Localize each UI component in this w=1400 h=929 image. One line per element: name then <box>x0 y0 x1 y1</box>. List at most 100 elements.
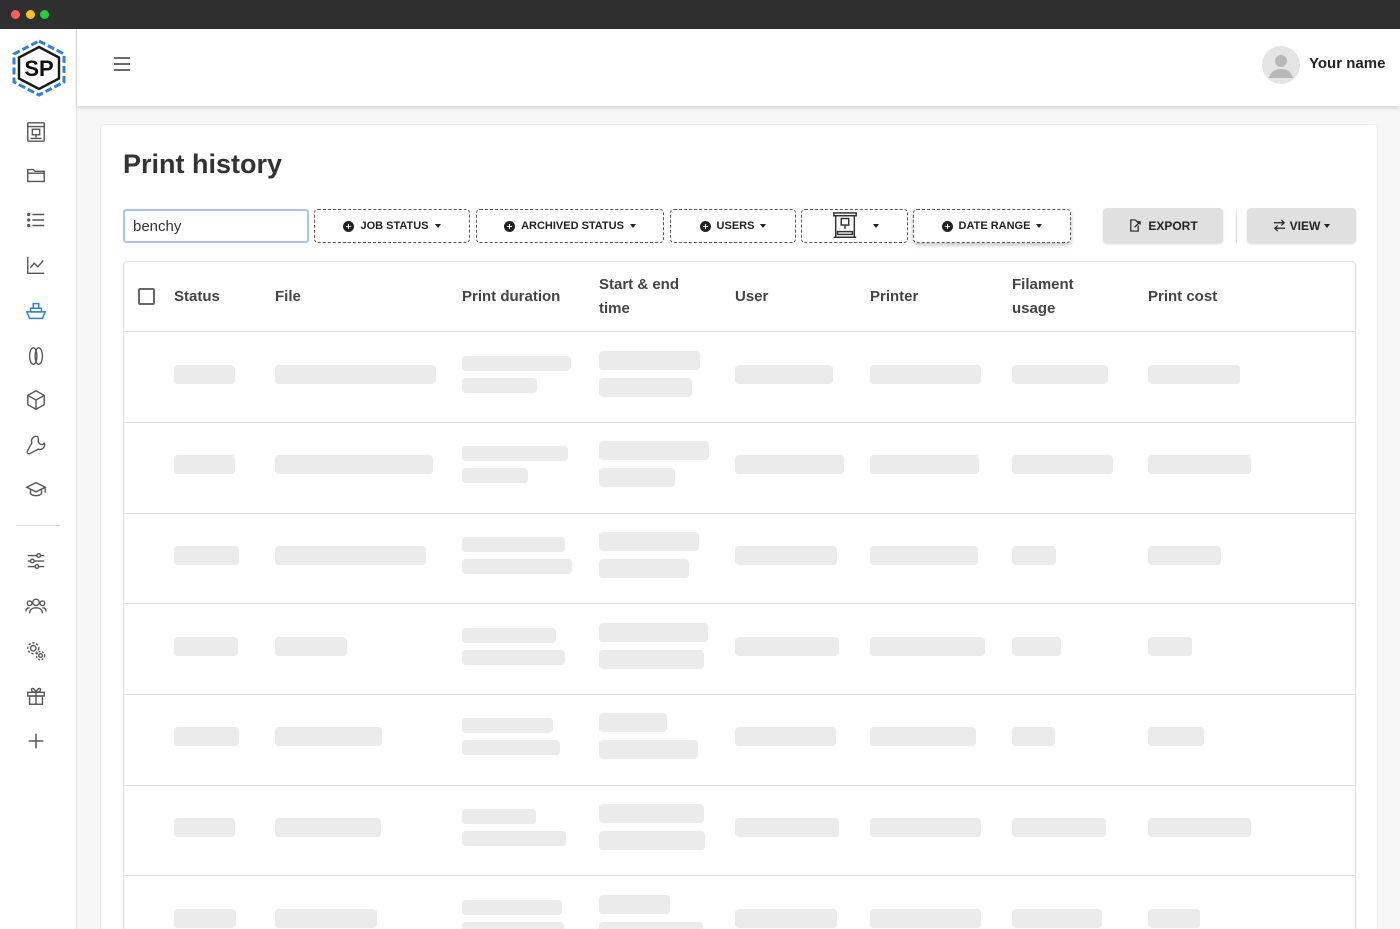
sidebar-item-team[interactable] <box>22 592 50 620</box>
skeleton-status <box>174 818 235 837</box>
column-header-user[interactable]: User <box>735 285 768 309</box>
column-header-status[interactable]: Status <box>174 285 220 309</box>
skeleton-printer <box>870 818 981 837</box>
skeleton-filament <box>1012 546 1056 565</box>
table-row[interactable] <box>124 604 1355 695</box>
skeleton-status <box>174 637 238 656</box>
skeleton-time <box>599 559 689 578</box>
column-header-printer[interactable]: Printer <box>870 285 918 309</box>
page-title: Print history <box>123 149 283 179</box>
skeleton-cost <box>1148 637 1192 656</box>
column-header-start-end-time[interactable]: Start & end time <box>599 273 694 321</box>
column-header-filament-usage[interactable]: Filament usage <box>1012 273 1092 321</box>
skeleton-status <box>174 909 236 928</box>
skeleton-duration <box>462 831 566 846</box>
skeleton-printer <box>870 637 985 656</box>
skeleton-duration <box>462 356 571 371</box>
skeleton-filament <box>1012 365 1108 384</box>
sidebar-item-integrations[interactable] <box>22 637 50 665</box>
avatar[interactable] <box>1262 46 1300 84</box>
table-row[interactable] <box>124 695 1355 786</box>
skeleton-time <box>599 532 699 551</box>
job-status-filter[interactable]: JOB STATUS <box>314 209 470 243</box>
table-row[interactable] <box>124 876 1355 929</box>
skeleton-printer <box>870 546 978 565</box>
printer-filter[interactable] <box>801 209 908 243</box>
skeleton-cost <box>1148 365 1240 384</box>
sidebar-item-rewards[interactable] <box>22 682 50 710</box>
printer-icon <box>27 122 45 142</box>
view-button-label: VIEW <box>1289 218 1321 233</box>
caret-down-icon <box>434 224 441 228</box>
sidebar-item-printers[interactable] <box>22 118 50 146</box>
skeleton-printer <box>870 365 981 384</box>
users-icon <box>25 598 47 614</box>
export-file-icon <box>1130 219 1142 232</box>
skeleton-user <box>735 546 837 565</box>
window-titlebar <box>0 0 1400 29</box>
skeleton-time <box>599 713 667 732</box>
skeleton-time <box>599 351 700 370</box>
print-history-card: Print history JOB STATUS ARCHIVED STATUS… <box>100 124 1378 929</box>
skeleton-file <box>275 455 433 474</box>
printer-icon <box>832 212 857 238</box>
export-button[interactable]: EXPORT <box>1103 208 1223 243</box>
skeleton-user <box>735 818 839 837</box>
column-header-print-duration[interactable]: Print duration <box>462 285 560 309</box>
table-row[interactable] <box>124 785 1355 876</box>
menu-toggle-button[interactable] <box>111 53 133 75</box>
users-filter-label: USERS <box>716 220 755 232</box>
sidebar-item-maintenance[interactable] <box>22 431 50 459</box>
sidebar-item-filament[interactable] <box>22 342 50 370</box>
skeleton-printer <box>870 455 979 474</box>
caret-down-icon <box>629 224 636 228</box>
date-range-filter[interactable]: DATE RANGE <box>913 209 1071 243</box>
search-input[interactable] <box>123 209 309 243</box>
skeleton-cost <box>1148 727 1204 746</box>
add-circle-icon <box>699 220 711 232</box>
skeleton-duration <box>462 650 565 665</box>
sidebar-item-academy[interactable] <box>22 476 50 504</box>
skeleton-time <box>599 804 704 823</box>
app-logo[interactable]: SP <box>9 39 69 97</box>
sidebar-item-settings[interactable] <box>22 547 50 575</box>
sidebar-item-files[interactable] <box>22 161 50 189</box>
skeleton-status <box>174 727 239 746</box>
window-close-button[interactable] <box>11 10 20 19</box>
user-avatar-icon <box>1269 55 1293 78</box>
skeleton-duration <box>462 559 572 574</box>
table-row[interactable] <box>124 423 1355 514</box>
add-circle-icon <box>504 220 516 232</box>
archived-status-filter[interactable]: ARCHIVED STATUS <box>476 209 664 243</box>
skeleton-filament <box>1012 455 1113 474</box>
skeleton-filament <box>1012 818 1106 837</box>
wrench-icon <box>26 435 46 455</box>
skeleton-cost <box>1148 546 1221 565</box>
window-minimize-button[interactable] <box>26 10 35 19</box>
users-filter[interactable]: USERS <box>670 209 796 243</box>
benchy-boat-icon <box>25 302 47 320</box>
skeleton-file <box>275 818 381 837</box>
sidebar-item-add[interactable] <box>22 727 50 755</box>
table-header: Status File Print duration Start & end t… <box>124 262 1355 332</box>
table-row[interactable] <box>124 513 1355 604</box>
sidebar-item-print-history[interactable] <box>22 297 50 325</box>
sidebar-item-models[interactable] <box>22 386 50 414</box>
skeleton-time <box>599 468 675 487</box>
graduation-cap-icon <box>25 481 47 497</box>
skeleton-duration <box>462 900 562 915</box>
sliders-icon <box>27 552 45 570</box>
sidebar-item-queue[interactable] <box>22 206 50 234</box>
select-all-checkbox[interactable] <box>138 288 155 305</box>
user-name[interactable]: Your name <box>1309 55 1385 72</box>
sidebar-item-analytics[interactable] <box>22 251 50 279</box>
column-header-file[interactable]: File <box>275 285 301 309</box>
plus-icon <box>28 733 44 749</box>
archived-status-filter-label: ARCHIVED STATUS <box>521 220 624 232</box>
table-row[interactable] <box>124 332 1355 423</box>
cube-icon <box>27 390 45 410</box>
skeleton-duration <box>462 446 568 461</box>
column-header-print-cost[interactable]: Print cost <box>1148 285 1217 309</box>
window-maximize-button[interactable] <box>40 10 49 19</box>
view-button[interactable]: VIEW <box>1247 208 1356 243</box>
